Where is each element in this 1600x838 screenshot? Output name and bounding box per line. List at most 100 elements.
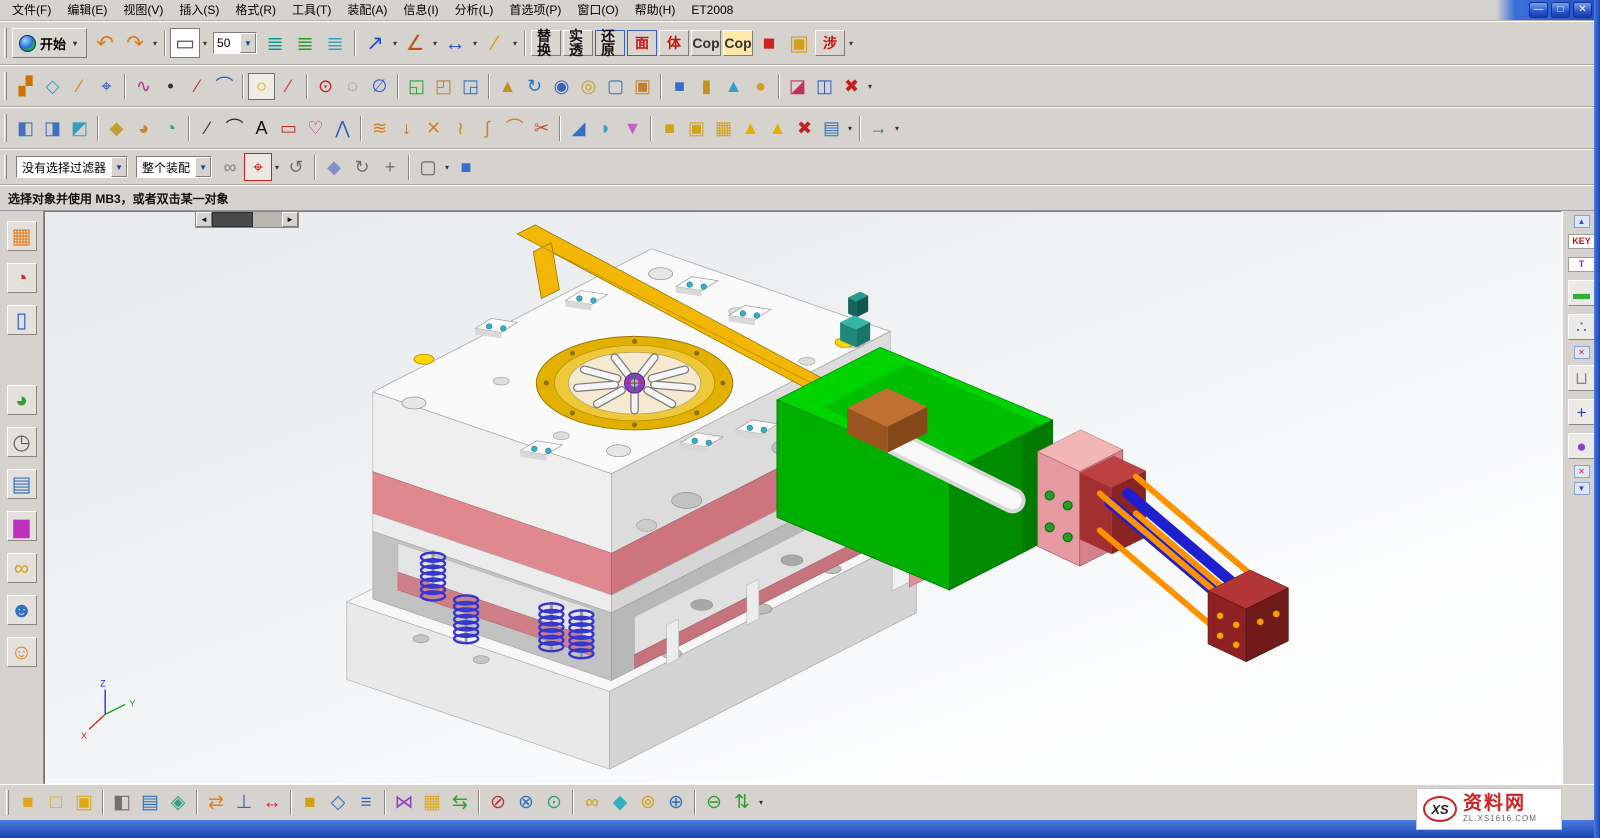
boolean-unite-icon[interactable]: ◱	[403, 73, 430, 100]
orbit-icon[interactable]: ↺	[282, 153, 310, 181]
component-array-icon[interactable]: ▣	[70, 789, 98, 817]
toolbar-grip[interactable]	[4, 114, 7, 142]
delete-body-icon[interactable]: ■	[754, 28, 784, 58]
point-icon[interactable]: •	[157, 73, 184, 100]
join-curve-icon[interactable]: ∫	[474, 115, 501, 142]
rectangle-select-icon[interactable]: ▢	[414, 153, 442, 181]
user-group-icon[interactable]: ☻	[7, 595, 37, 625]
interpart-links-icon[interactable]: ∞	[216, 153, 244, 181]
scroll-up-icon[interactable]: ▲	[1574, 215, 1590, 228]
mirror-assembly-icon[interactable]: ◧	[108, 789, 136, 817]
add-component-icon[interactable]: ■	[14, 789, 42, 817]
sample-cup-icon[interactable]: ⊔	[1568, 365, 1596, 391]
redo-button[interactable]: ↷	[120, 28, 150, 58]
line-icon[interactable]: ∕	[184, 73, 211, 100]
menu-assembly[interactable]: 装配(A)	[339, 1, 395, 19]
body-display-button[interactable]: 体	[659, 30, 689, 56]
layer-settings-icon[interactable]: ≣	[260, 28, 290, 58]
menu-view[interactable]: 视图(V)	[115, 1, 171, 19]
gem-icon[interactable]: ◆	[606, 789, 634, 817]
shaded-view-icon[interactable]: ◆	[103, 115, 130, 142]
export-icon[interactable]: →	[865, 115, 892, 142]
move-to-layer-icon[interactable]: ≣	[320, 28, 350, 58]
translucency-button[interactable]: 实透	[563, 30, 593, 56]
menu-tools[interactable]: 工具(T)	[284, 1, 339, 19]
draft-warning-icon[interactable]: ▲	[737, 115, 764, 142]
layer-input[interactable]	[214, 34, 240, 52]
show-dof-icon[interactable]: ↔	[258, 789, 286, 817]
scroll-right-arrow[interactable]: ►	[282, 212, 298, 227]
collapse-x2-icon[interactable]: ✕	[1574, 465, 1590, 478]
scale-ruler-icon[interactable]: ▯	[7, 305, 37, 335]
face-display-button[interactable]: 面	[627, 30, 657, 56]
frame-display-icon[interactable]: ▣	[784, 28, 814, 58]
close-button[interactable]: ✕	[1573, 2, 1592, 18]
bridge-curve-icon[interactable]: ⌒	[501, 115, 528, 142]
menu-help[interactable]: 帮助(H)	[627, 1, 684, 19]
datum-plane-icon[interactable]: ◇	[39, 73, 66, 100]
orient-view-icon[interactable]: ◧	[12, 115, 39, 142]
selection-scope-arrow[interactable]: ▼	[195, 157, 211, 177]
chain-link-icon[interactable]: ∞	[578, 789, 606, 817]
display-cube-icon[interactable]: ■	[452, 153, 480, 181]
menu-format[interactable]: 格式(R)	[227, 1, 284, 19]
toolbar-grip[interactable]	[4, 155, 7, 179]
display-mode-button-dropdown[interactable]: ▾	[200, 31, 210, 55]
measure-angle-icon[interactable]: ∠	[400, 28, 430, 58]
gauge-icon[interactable]: ◔	[7, 263, 37, 293]
menu-info[interactable]: 信息(I)	[395, 1, 446, 19]
layer-visible-in-view-icon[interactable]: ≣	[290, 28, 320, 58]
mirror-component-icon[interactable]: ⋈	[390, 789, 418, 817]
toolbar-grip[interactable]	[4, 72, 7, 100]
scroll-track[interactable]	[212, 212, 282, 227]
spectrum-icon[interactable]: ▆	[7, 511, 37, 541]
cone-icon[interactable]: ▲	[720, 73, 747, 100]
snapshot-view-icon[interactable]: ◨	[39, 115, 66, 142]
chamfer-icon[interactable]: ◢	[565, 115, 592, 142]
notes-icon[interactable]: ▤	[7, 469, 37, 499]
blend-icon[interactable]: ◗	[592, 115, 619, 142]
explode-view-icon[interactable]: ◇	[324, 789, 352, 817]
replace-reference-set-button[interactable]: 替换	[531, 30, 561, 56]
sketch-line-icon[interactable]: ∕	[275, 73, 302, 100]
clay-blob-icon[interactable]: ●	[1568, 433, 1596, 459]
redo-button-dropdown[interactable]: ▾	[150, 31, 160, 55]
hole-icon[interactable]: ◉	[548, 73, 575, 100]
attach-icon[interactable]: ⊕	[662, 789, 690, 817]
measure-distance-icon-dropdown[interactable]: ▾	[470, 31, 480, 55]
turntable[interactable]	[536, 336, 733, 430]
collapse-x-icon[interactable]: ✕	[1574, 346, 1590, 359]
studio-spline-icon[interactable]: ♡	[302, 115, 329, 142]
line-tool-icon[interactable]: ∕	[194, 115, 221, 142]
undo-button[interactable]: ↶	[90, 28, 120, 58]
interpart-link-icon[interactable]: ○	[248, 73, 275, 100]
interference-button-dropdown[interactable]: ▾	[846, 31, 856, 55]
vector-orientation-icon[interactable]: ↗	[360, 28, 390, 58]
rectangle-select-icon-dropdown[interactable]: ▾	[442, 155, 452, 179]
circle-center-icon[interactable]: ⊙	[312, 73, 339, 100]
intersection-curve-icon[interactable]: ✕	[420, 115, 447, 142]
boolean-subtract-icon[interactable]: ◰	[430, 73, 457, 100]
replace-component-icon[interactable]: ⇆	[446, 789, 474, 817]
snap-point-icon[interactable]: ⌖	[244, 153, 272, 181]
sequence-icon[interactable]: ≡	[352, 789, 380, 817]
copy-cube-icon[interactable]: ▣	[683, 115, 710, 142]
tile-windows-icon[interactable]: ▦	[7, 221, 37, 251]
graphics-viewport[interactable]: Z Y X	[44, 211, 1562, 784]
datum-csys-icon[interactable]: ⌖	[93, 73, 120, 100]
selection-filter-combo[interactable]: 没有选择过滤器 ▼	[16, 156, 128, 178]
ellipse-icon[interactable]: ∅	[366, 73, 393, 100]
analysis-chart-icon[interactable]: ◕	[7, 385, 37, 415]
sort-icon[interactable]: ⇅	[728, 789, 756, 817]
ruler-icon-dropdown[interactable]: ▾	[510, 31, 520, 55]
assembly-constraints-icon[interactable]: ⊥	[230, 789, 258, 817]
vector-orientation-icon-dropdown[interactable]: ▾	[390, 31, 400, 55]
add-cross-icon[interactable]: +	[1568, 399, 1596, 425]
clipboard-icon-dropdown[interactable]: ▾	[845, 116, 855, 140]
face-analysis-icon[interactable]: ◔	[157, 115, 184, 142]
snap-grid-icon[interactable]: ▞	[12, 73, 39, 100]
datum-axis-icon[interactable]: ∕	[66, 73, 93, 100]
start-dropdown[interactable]: ▾	[70, 31, 80, 55]
menu-insert[interactable]: 插入(S)	[171, 1, 227, 19]
cylinder-icon[interactable]: ▮	[693, 73, 720, 100]
